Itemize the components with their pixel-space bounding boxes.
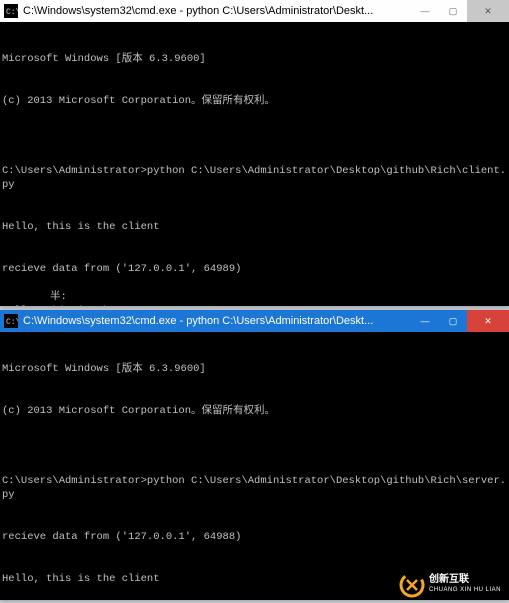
terminal-line: (c) 2013 Microsoft Corporation。保留所有权利。 — [2, 404, 507, 418]
close-button[interactable]: ✕ — [467, 310, 509, 332]
watermark-name: 创新互联 — [429, 574, 501, 585]
svg-text:C:\: C:\ — [6, 318, 18, 327]
terminal-line: (c) 2013 Microsoft Corporation。保留所有权利。 — [2, 94, 507, 108]
window-title: C:\Windows\system32\cmd.exe - python C:\… — [23, 315, 411, 327]
terminal-line: recieve data from ('127.0.0.1', 64988) — [2, 530, 507, 544]
watermark-logo-icon — [399, 572, 425, 598]
minimize-button[interactable]: — — [411, 0, 439, 22]
window-title: C:\Windows\system32\cmd.exe - python C:\… — [23, 5, 411, 17]
close-button[interactable]: ✕ — [467, 0, 509, 22]
cmd-window-client: C:\ C:\Windows\system32\cmd.exe - python… — [0, 0, 509, 306]
titlebar[interactable]: C:\ C:\Windows\system32\cmd.exe - python… — [0, 310, 509, 332]
titlebar[interactable]: C:\ C:\Windows\system32\cmd.exe - python… — [0, 0, 509, 22]
watermark-sub: CHUANG XIN HU LIAN — [429, 585, 501, 596]
terminal-line: Microsoft Windows [版本 6.3.9600] — [2, 52, 507, 66]
terminal-line: Microsoft Windows [版本 6.3.9600] — [2, 362, 507, 376]
window-controls: — ▢ ✕ — [411, 0, 509, 22]
svg-text:C:\: C:\ — [6, 8, 18, 17]
window-controls: — ▢ ✕ — [411, 310, 509, 332]
terminal-line: recieve data from ('127.0.0.1', 64989) — [2, 262, 507, 276]
terminal-output[interactable]: Microsoft Windows [版本 6.3.9600] (c) 2013… — [0, 22, 509, 306]
cmd-icon: C:\ — [4, 314, 18, 328]
terminal-output[interactable]: Microsoft Windows [版本 6.3.9600] (c) 2013… — [0, 332, 509, 600]
terminal-line: Hello, this is the server — [2, 304, 507, 306]
minimize-button[interactable]: — — [411, 310, 439, 332]
maximize-button[interactable]: ▢ — [439, 310, 467, 332]
cmd-window-server: C:\ C:\Windows\system32\cmd.exe - python… — [0, 310, 509, 600]
watermark-text: 创新互联 CHUANG XIN HU LIAN — [429, 574, 501, 596]
cmd-icon: C:\ — [4, 4, 18, 18]
maximize-button[interactable]: ▢ — [439, 0, 467, 22]
watermark: 创新互联 CHUANG XIN HU LIAN — [399, 572, 501, 598]
terminal-line: C:\Users\Administrator>python C:\Users\A… — [2, 164, 507, 192]
terminal-line: C:\Users\Administrator>python C:\Users\A… — [2, 474, 507, 502]
ime-status: 半: — [50, 290, 67, 304]
terminal-line: Hello, this is the client — [2, 220, 507, 234]
